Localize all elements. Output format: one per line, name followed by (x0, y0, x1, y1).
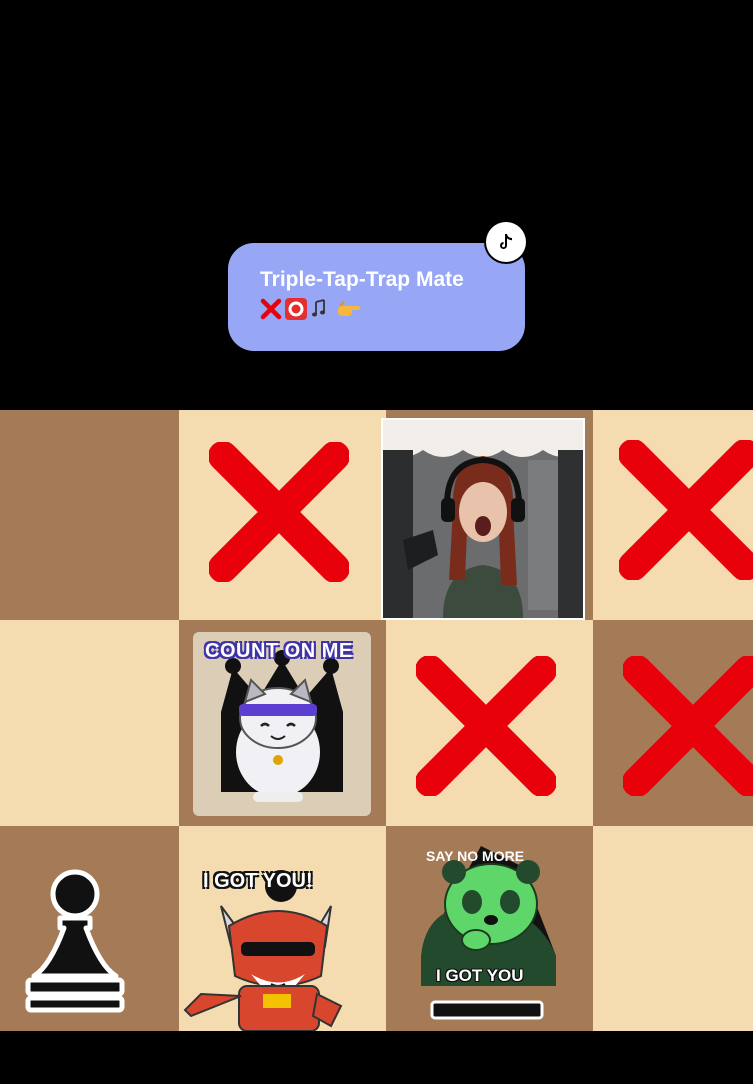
o-button-icon (285, 298, 307, 320)
board-square[interactable] (593, 620, 753, 826)
panda-sticker-bottom-text: I GOT YOU (436, 966, 524, 985)
board-square[interactable] (0, 620, 179, 826)
caption-title: Triple-Tap-Trap Mate (260, 268, 464, 291)
x-mark-icon (623, 656, 753, 796)
board-square[interactable] (593, 826, 753, 1031)
board-square[interactable]: COUNT ON ME (179, 620, 386, 826)
board-square[interactable] (179, 410, 386, 620)
x-mark-icon (416, 656, 556, 796)
caption-emojis (260, 297, 525, 321)
board-square[interactable] (386, 620, 593, 826)
cross-mark-icon (260, 298, 282, 320)
caption-bubble: Triple-Tap-Trap Mate (228, 243, 525, 351)
panda-sticker (421, 846, 556, 1020)
tiktok-logo-icon[interactable] (486, 222, 526, 262)
cat-sticker-text: COUNT ON ME (205, 640, 353, 662)
board-square[interactable]: I GOT YOU! (179, 826, 386, 1031)
bottom-bar (0, 1031, 753, 1084)
cat-sticker: COUNT ON ME (193, 632, 371, 816)
black-pawn-icon[interactable] (20, 856, 130, 1016)
streamer-image (383, 420, 583, 618)
music-note-logo-icon (500, 234, 512, 249)
x-mark-icon (209, 442, 349, 582)
fox-sticker-text: I GOT YOU! (203, 870, 313, 892)
musical-notes-icon (312, 299, 325, 317)
pointing-right-icon (338, 301, 360, 316)
board-square[interactable] (0, 826, 179, 1031)
chess-board: COUNT ON ME I GOT YOU! SAY NO MORE I GOT… (0, 410, 753, 1031)
streamer-webcam (381, 418, 585, 620)
x-mark-icon (619, 440, 753, 580)
board-square[interactable] (593, 410, 753, 620)
board-square[interactable] (0, 410, 179, 620)
board-square[interactable]: SAY NO MORE I GOT YOU (386, 826, 593, 1031)
panda-sticker-top-text: SAY NO MORE (426, 848, 525, 864)
